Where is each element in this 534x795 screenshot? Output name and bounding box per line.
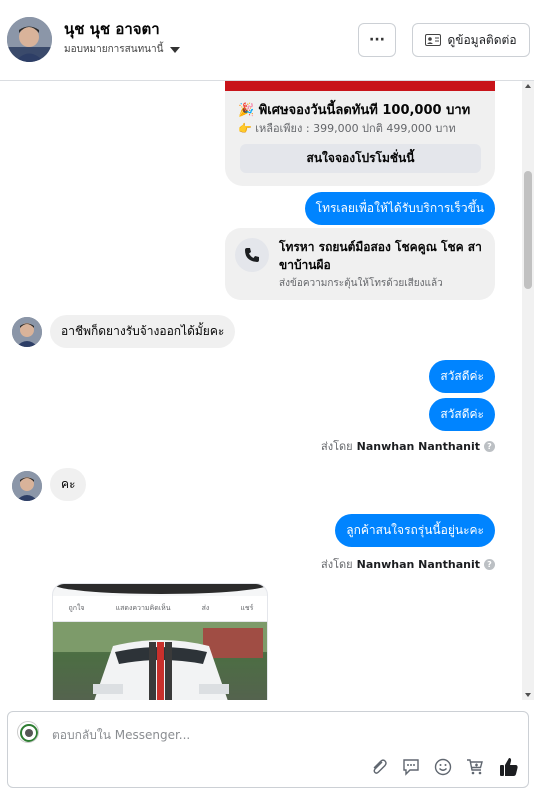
customer-avatar[interactable] <box>7 17 52 62</box>
customer-avatar-small[interactable] <box>12 471 42 501</box>
outgoing-message: สวัสดีค่ะ <box>429 398 495 431</box>
send-action: ส่ง <box>201 604 210 612</box>
promo-title: 🎉 พิเศษจองวันนี้ลดทันที 100,000 บาท <box>238 103 471 118</box>
car-photo <box>53 622 267 700</box>
promo-book-button[interactable]: สนใจจองโปรโมชั่นนี้ <box>240 144 481 173</box>
page-avatar <box>17 721 39 743</box>
sent-by-prefix: ส่งโดย <box>321 558 353 571</box>
assign-conversation-dropdown[interactable]: มอบหมายการสนทนานี้ <box>64 42 181 57</box>
saved-reply-icon[interactable] <box>400 756 422 778</box>
customer-avatar-small[interactable] <box>12 317 42 347</box>
cart-icon[interactable] <box>464 756 486 778</box>
call-request-card: โทรหา รถยนต์มือสอง โชคคูณ โชค สาขาบ้านผื… <box>225 228 495 300</box>
promo-price: 👉 เหลือเพียง : 399,000 ปกติ 499,000 บาท <box>238 122 456 135</box>
like-action: ถูกใจ <box>68 604 85 612</box>
comment-action: แสดงความคิดเห็น <box>115 604 171 612</box>
message-composer: ตอบกลับใน Messenger... <box>7 711 529 788</box>
view-contact-button[interactable]: ดูข้อมูลติดต่อ <box>412 23 530 57</box>
call-card-subtitle: ส่งข้อความกระตุ้นให้โทรด้วยเสียงแล้ว <box>279 278 443 289</box>
outgoing-message: สวัสดีค่ะ <box>429 360 495 393</box>
phone-icon <box>235 238 269 272</box>
contact-card-icon <box>425 34 442 46</box>
incoming-message: คะ <box>50 468 87 501</box>
reply-input[interactable]: ตอบกลับใน Messenger... <box>52 726 190 745</box>
emoji-icon[interactable] <box>432 756 454 778</box>
scrollbar-thumb[interactable] <box>524 171 532 289</box>
share-action: แชร์ <box>240 604 254 612</box>
info-icon[interactable]: ? <box>484 440 495 452</box>
paperclip-icon[interactable] <box>368 756 390 778</box>
info-icon[interactable]: ? <box>484 558 495 570</box>
sent-by-label: ส่งโดย Nanwhan Nanthanit ? <box>321 555 495 573</box>
scroll-up-icon[interactable] <box>525 84 531 88</box>
scroll-down-icon[interactable] <box>525 693 531 697</box>
caret-down-icon <box>170 46 181 53</box>
assign-label: มอบหมายการสนทนานี้ <box>64 44 164 55</box>
sent-by-name: Nanwhan Nanthanit <box>356 557 480 571</box>
sent-by-prefix: ส่งโดย <box>321 440 353 453</box>
shared-post-top <box>53 584 267 594</box>
outgoing-message: ลูกค้าสนใจรถรุ่นนี้อยู่นะคะ <box>335 514 495 547</box>
view-contact-label: ดูข้อมูลติดต่อ <box>447 32 517 47</box>
promo-banner-image <box>225 81 495 91</box>
shared-post-image[interactable]: ถูกใจ แสดงความคิดเห็น ส่ง แชร์ <box>52 583 268 700</box>
chat-scrollbar[interactable] <box>522 81 534 700</box>
more-icon: ··· <box>369 32 385 48</box>
incoming-message: อาชีพก็ดยางรับจ้างออกได้มั้ยคะ <box>50 315 236 348</box>
shared-post-actions: ถูกใจ แสดงความคิดเห็น ส่ง แชร์ <box>53 596 267 622</box>
conversation-header: นุช นุช อาจตา มอบหมายการสนทนานี้ ··· ดูข… <box>0 0 534 81</box>
call-card-title: โทรหา รถยนต์มือสอง โชคคูณ โชค สาขาบ้านผื… <box>279 240 482 272</box>
outgoing-message: โทรเลยเพื่อให้ได้รับบริการเร็วขึ้น <box>304 192 495 225</box>
thumbs-up-icon[interactable] <box>498 756 520 778</box>
promo-card: 🎉 พิเศษจองวันนี้ลดทันที 100,000 บาท 👉 เห… <box>225 81 495 186</box>
customer-name[interactable]: นุช นุช อาจตา <box>64 17 160 41</box>
sent-by-label: ส่งโดย Nanwhan Nanthanit ? <box>321 437 495 455</box>
more-options-button[interactable]: ··· <box>358 23 396 57</box>
message-list[interactable]: 🎉 พิเศษจองวันนี้ลดทันที 100,000 บาท 👉 เห… <box>0 81 522 700</box>
sent-by-name: Nanwhan Nanthanit <box>356 439 480 453</box>
